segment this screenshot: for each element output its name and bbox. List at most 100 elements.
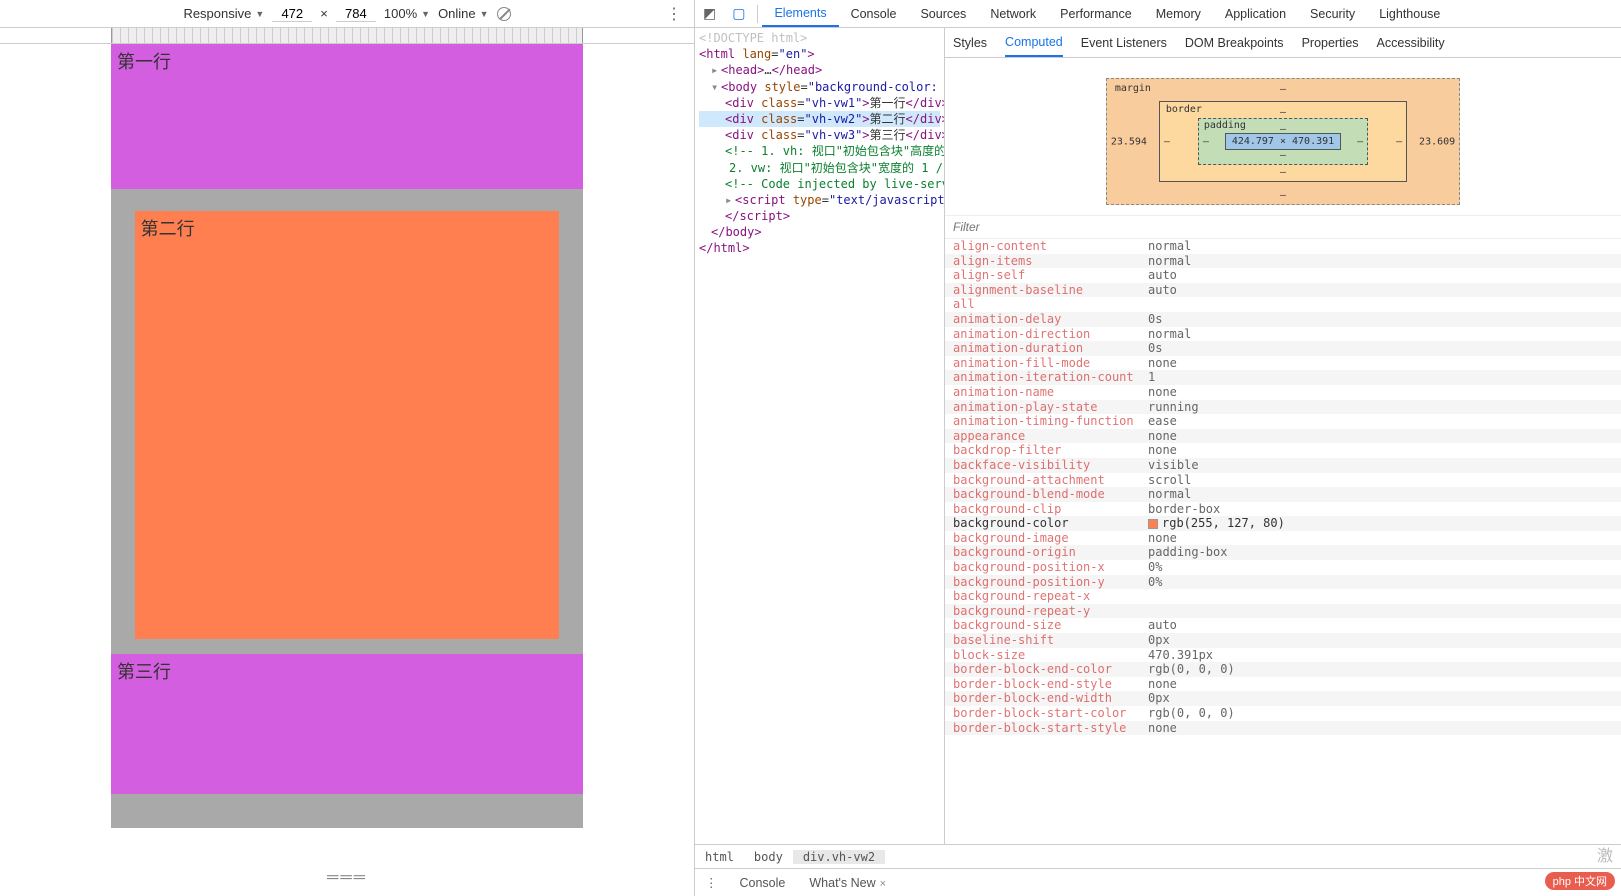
computed-animation-delay[interactable]: animation-delay0s <box>945 312 1621 327</box>
computed-background-repeat-y[interactable]: background-repeat-y <box>945 604 1621 619</box>
viewport-area: 第一行 第二行 第三行 <box>0 44 694 860</box>
styles-tab-event-listeners[interactable]: Event Listeners <box>1081 30 1167 56</box>
computed-animation-name[interactable]: animation-namenone <box>945 385 1621 400</box>
dom-doctype: <!DOCTYPE html> <box>699 30 940 46</box>
dom-script[interactable]: <script type="text/javascript">… <box>699 192 940 208</box>
styles-sidebar: Styles Computed Event Listeners DOM Breakpo… <box>945 28 1621 844</box>
styles-tab-accessibility[interactable]: Accessibility <box>1377 30 1445 56</box>
computed-backface-visibility[interactable]: backface-visibilityvisible <box>945 458 1621 473</box>
styles-tab-properties[interactable]: Properties <box>1302 30 1359 56</box>
drawer-menu-icon[interactable]: ⋮ <box>695 875 728 890</box>
watermark-badge: php 中文网 <box>1545 872 1615 890</box>
computed-animation-duration[interactable]: animation-duration0s <box>945 341 1621 356</box>
devtools-tab-performance[interactable]: Performance <box>1048 0 1144 27</box>
computed-alignment-baseline[interactable]: alignment-baselineauto <box>945 283 1621 298</box>
computed-align-content[interactable]: align-contentnormal <box>945 239 1621 254</box>
filter-input[interactable] <box>953 220 1613 234</box>
more-options-icon[interactable]: ⋮ <box>666 4 682 24</box>
computed-all[interactable]: all <box>945 297 1621 312</box>
viewport-panel: Responsive × 100% Online ⋮ 第一行 第二行 第三行 ═… <box>0 0 695 896</box>
activate-windows-text: 激 <box>1597 842 1613 866</box>
computed-align-items[interactable]: align-itemsnormal <box>945 254 1621 269</box>
devtools-tab-memory[interactable]: Memory <box>1144 0 1213 27</box>
computed-background-attachment[interactable]: background-attachmentscroll <box>945 473 1621 488</box>
dom-breadcrumb[interactable]: htmlbodydiv.vh-vw2 <box>695 844 1621 868</box>
styles-tab-computed[interactable]: Computed <box>1005 29 1063 57</box>
computed-border-block-end-width[interactable]: border-block-end-width0px <box>945 691 1621 706</box>
breadcrumb-html[interactable]: html <box>695 850 744 864</box>
computed-border-block-start-color[interactable]: border-block-start-colorrgb(0, 0, 0) <box>945 706 1621 721</box>
resize-handle-icon[interactable]: ═══ <box>327 869 367 887</box>
devtools-tabstrip: ◩ ▢ ElementsConsoleSourcesNetworkPerform… <box>695 0 1621 28</box>
page-row-2: 第二行 <box>135 211 560 639</box>
styles-tab-dom-breakpoints[interactable]: DOM Breakpoints <box>1185 30 1284 56</box>
dom-comment-vw: 2. vw: 视口"初始包含块"宽度的 1 / 100 --> <box>699 160 940 176</box>
computed-animation-timing-function[interactable]: animation-timing-functionease <box>945 414 1621 429</box>
computed-background-color[interactable]: background-colorrgb(255, 127, 80) <box>945 516 1621 531</box>
viewport-resize-bar: ═══ <box>0 860 694 896</box>
drawer-tab-whatsnew[interactable]: What's New× <box>797 876 898 890</box>
computed-styles-list[interactable]: align-contentnormalalign-itemsnormalalig… <box>945 239 1621 844</box>
devtools-tab-lighthouse[interactable]: Lighthouse <box>1367 0 1452 27</box>
computed-block-size[interactable]: block-size470.391px <box>945 648 1621 663</box>
styles-tabstrip: Styles Computed Event Listeners DOM Breakpo… <box>945 28 1621 58</box>
drawer-tab-console[interactable]: Console <box>728 876 798 890</box>
devtools-tab-security[interactable]: Security <box>1298 0 1367 27</box>
computed-animation-direction[interactable]: animation-directionnormal <box>945 327 1621 342</box>
devtools-tab-console[interactable]: Console <box>839 0 909 27</box>
computed-background-image[interactable]: background-imagenone <box>945 531 1621 546</box>
computed-background-size[interactable]: background-sizeauto <box>945 618 1621 633</box>
devtools-tab-elements[interactable]: Elements <box>762 0 838 27</box>
throttling-select[interactable]: Online <box>438 6 489 21</box>
dom-head[interactable]: <head>…</head> <box>699 62 940 78</box>
devtools-tab-network[interactable]: Network <box>978 0 1048 27</box>
close-icon[interactable]: × <box>876 878 886 890</box>
styles-tab-styles[interactable]: Styles <box>953 30 987 56</box>
devtools-panel: ◩ ▢ ElementsConsoleSourcesNetworkPerform… <box>695 0 1621 896</box>
console-drawer: ⋮ Console What's New× <box>695 868 1621 896</box>
dom-comment-vh: <!-- 1. vh: 视口"初始包含块"高度的 1 / 100 <box>699 143 940 159</box>
elements-tree[interactable]: <!DOCTYPE html> <html lang="en"> <head>…… <box>695 28 945 844</box>
page-row-1: 第一行 <box>111 44 583 189</box>
viewport-height-input[interactable] <box>336 6 376 22</box>
computed-appearance[interactable]: appearancenone <box>945 429 1621 444</box>
dom-div-vh-vw3[interactable]: <div class="vh-vw3">第三行</div> <box>699 127 940 143</box>
device-frame: 第一行 第二行 第三行 <box>111 44 583 828</box>
ruler-horizontal <box>0 28 694 44</box>
computed-align-self[interactable]: align-selfauto <box>945 268 1621 283</box>
computed-border-block-end-color[interactable]: border-block-end-colorrgb(0, 0, 0) <box>945 662 1621 677</box>
no-throttling-icon[interactable] <box>497 7 511 21</box>
device-mode-select[interactable]: Responsive <box>183 6 264 21</box>
computed-backdrop-filter[interactable]: backdrop-filternone <box>945 443 1621 458</box>
computed-animation-play-state[interactable]: animation-play-staterunning <box>945 400 1621 415</box>
computed-border-block-end-style[interactable]: border-block-end-stylenone <box>945 677 1621 692</box>
page-row-3: 第三行 <box>111 654 583 794</box>
breadcrumb-body[interactable]: body <box>744 850 793 864</box>
zoom-select[interactable]: 100% <box>384 6 430 21</box>
computed-background-position-y[interactable]: background-position-y0% <box>945 575 1621 590</box>
computed-background-clip[interactable]: background-clipborder-box <box>945 502 1621 517</box>
devtools-tab-application[interactable]: Application <box>1213 0 1298 27</box>
dom-div-vh-vw1[interactable]: <div class="vh-vw1">第一行</div> <box>699 95 940 111</box>
computed-animation-fill-mode[interactable]: animation-fill-modenone <box>945 356 1621 371</box>
computed-background-position-x[interactable]: background-position-x0% <box>945 560 1621 575</box>
computed-border-block-start-style[interactable]: border-block-start-stylenone <box>945 721 1621 736</box>
computed-background-origin[interactable]: background-originpadding-box <box>945 545 1621 560</box>
computed-baseline-shift[interactable]: baseline-shift0px <box>945 633 1621 648</box>
dom-body-open[interactable]: <body style="background-color: darkgray;… <box>699 79 940 95</box>
dom-comment-liveserver: <!-- Code injected by live-server --> <box>699 176 940 192</box>
box-model-content: 424.797 × 470.391 <box>1225 133 1341 150</box>
computed-background-blend-mode[interactable]: background-blend-modenormal <box>945 487 1621 502</box>
computed-background-repeat-x[interactable]: background-repeat-x <box>945 589 1621 604</box>
inspect-icon[interactable]: ◩ <box>695 5 724 22</box>
device-toggle-icon[interactable]: ▢ <box>724 5 753 22</box>
computed-animation-iteration-count[interactable]: animation-iteration-count1 <box>945 370 1621 385</box>
viewport-toolbar: Responsive × 100% Online ⋮ <box>0 0 694 28</box>
dom-div-vh-vw2[interactable]: <div class="vh-vw2">第二行</div> == $ <box>699 111 940 127</box>
devtools-tab-sources[interactable]: Sources <box>908 0 978 27</box>
dom-html-open[interactable]: <html lang="en"> <box>699 46 940 62</box>
breadcrumb-div-vh-vw2[interactable]: div.vh-vw2 <box>793 850 885 864</box>
viewport-width-input[interactable] <box>272 6 312 22</box>
dimension-separator: × <box>320 6 328 21</box>
box-model-diagram: margin – – 23.594 23.609 border – – – – … <box>945 58 1621 215</box>
